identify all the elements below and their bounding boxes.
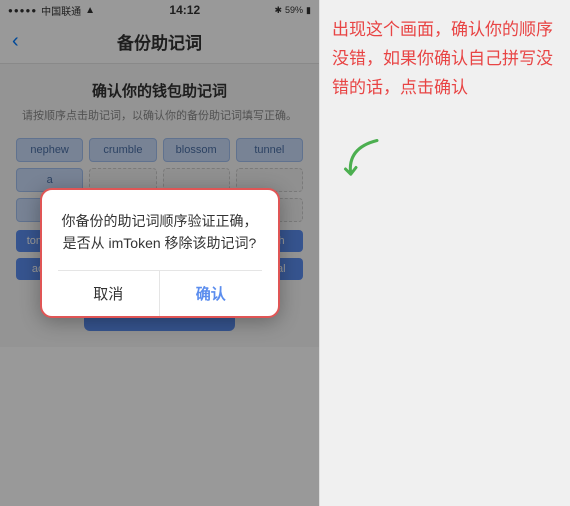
arrow-wrap (332, 133, 558, 193)
annotation-text: 出现这个画面，确认你的顺序没错，如果你确认自己拼写没错的话，点击确认 (332, 16, 558, 103)
arrow-icon (332, 133, 392, 193)
modal-cancel-button[interactable]: 取消 (58, 271, 161, 316)
modal-confirm-button[interactable]: 确认 (160, 271, 262, 316)
modal-message: 你备份的助记词顺序验证正确，是否从 imToken 移除该助记词? (58, 210, 262, 255)
modal-box: 你备份的助记词顺序验证正确，是否从 imToken 移除该助记词? 取消 确认 (40, 188, 280, 319)
phone-frame: ●●●●● 中国联通 ▲ 14:12 ✱ 59% ▮ ‹ 备份助记词 确认你的钱… (0, 0, 320, 506)
annotation-panel: 出现这个画面，确认你的顺序没错，如果你确认自己拼写没错的话，点击确认 (320, 0, 570, 506)
modal-actions: 取消 确认 (58, 270, 262, 316)
modal-overlay: 你备份的助记词顺序验证正确，是否从 imToken 移除该助记词? 取消 确认 (0, 0, 319, 506)
